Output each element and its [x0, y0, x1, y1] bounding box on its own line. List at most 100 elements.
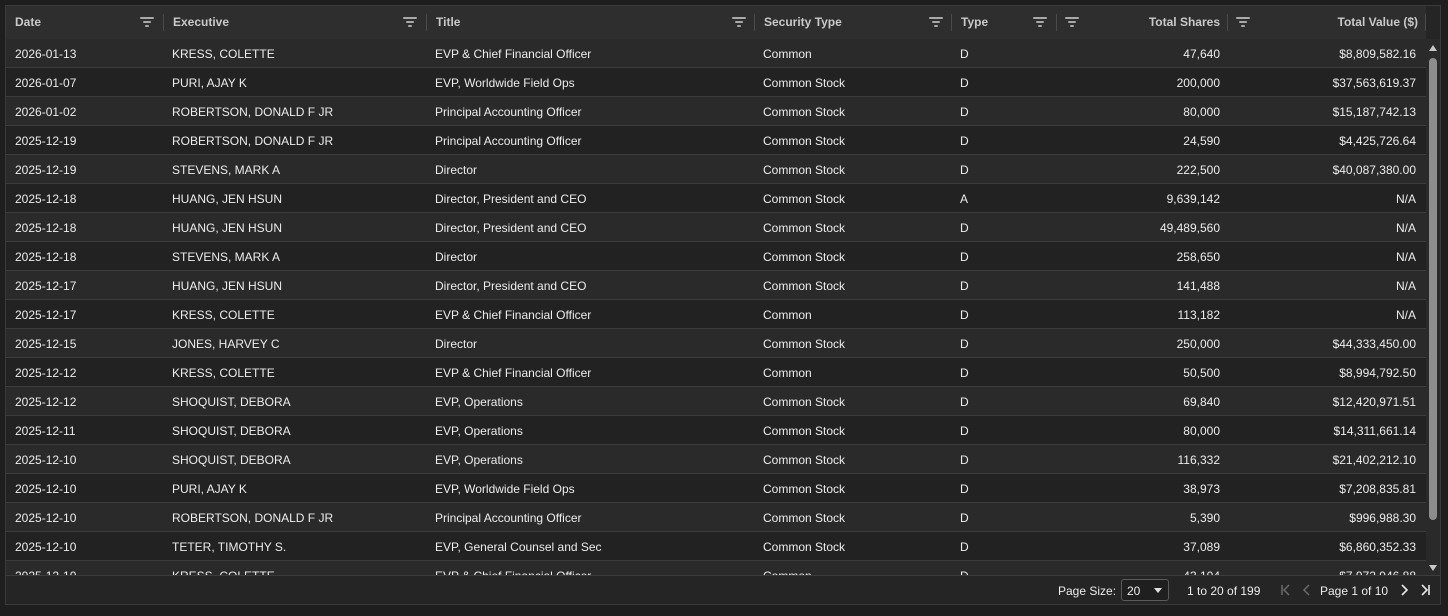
column-header-executive[interactable]: Executive: [164, 6, 427, 39]
cell-title: Principal Accounting Officer: [435, 511, 582, 525]
cell-type: D: [960, 134, 969, 148]
cell-security-type: Common Stock: [763, 192, 846, 206]
filter-icon[interactable]: [1065, 16, 1079, 28]
column-header-total-shares[interactable]: Total Shares: [1057, 6, 1228, 39]
table-row[interactable]: 2025-12-19 ROBERTSON, DONALD F JR Principa…: [6, 126, 1426, 155]
cell-executive: SHOQUIST, DEBORA: [172, 453, 291, 467]
cell-total-value: $44,333,450.00: [1332, 337, 1416, 351]
table-row[interactable]: 2025-12-11 SHOQUIST, DEBORA EVP, Operation…: [6, 416, 1426, 445]
cell-title: Principal Accounting Officer: [435, 134, 582, 148]
cell-security-type: Common Stock: [763, 453, 846, 467]
table-row[interactable]: 2025-12-18 HUANG, JEN HSUN Director, Presi…: [6, 184, 1426, 213]
table-row[interactable]: 2025-12-18 STEVENS, MARK A Director Common …: [6, 242, 1426, 271]
cell-title: Director: [435, 337, 478, 351]
table-row[interactable]: 2025-12-10KRESS, COLETTEEVP & Chief Fina…: [6, 561, 1426, 575]
table-row[interactable]: 2025-12-12 KRESS, COLETTE EVP & Chief Fina…: [6, 358, 1426, 387]
table-row[interactable]: 2025-12-15 JONES, HARVEY C Director Common …: [6, 329, 1426, 358]
cell-total-value: $14,311,661.14: [1333, 424, 1416, 438]
cell-title: EVP, General Counsel and Sec: [435, 540, 602, 554]
cell-total-shares: 37,089: [1183, 540, 1220, 554]
filter-icon[interactable]: [140, 16, 154, 28]
filter-icon[interactable]: [1236, 16, 1250, 28]
cell-executive: TETER, TIMOTHY S.: [172, 540, 287, 554]
cell-title: EVP, Operations: [435, 424, 523, 438]
prev-page-icon[interactable]: [1299, 581, 1315, 599]
cell-total-shares: 5,390: [1189, 511, 1220, 525]
table-row[interactable]: 2026-01-13 KRESS, COLETTE EVP & Chief Fina…: [6, 39, 1426, 68]
filter-icon[interactable]: [929, 16, 943, 28]
cell-total-value: N/A: [1395, 192, 1416, 206]
grid-header: Date Executive Title Security Type Type Total…: [6, 6, 1426, 40]
cell-type: D: [960, 511, 969, 525]
scroll-down-icon[interactable]: [1429, 565, 1437, 571]
cell-total-shares: 113,182: [1177, 308, 1221, 322]
column-resize-handle[interactable]: [1425, 14, 1426, 31]
filter-icon[interactable]: [403, 16, 417, 28]
column-header-label: Security Type: [764, 15, 842, 29]
cell-security-type: Common Stock: [763, 337, 846, 351]
cell-total-shares: 50,500: [1183, 366, 1220, 380]
cell-total-value: $996,988.30: [1349, 511, 1416, 525]
table-row[interactable]: 2025-12-18 HUANG, JEN HSUN Director, Presi…: [6, 213, 1426, 242]
grid-body[interactable]: 2026-01-13 KRESS, COLETTE EVP & Chief Fina…: [6, 39, 1426, 575]
column-header-title[interactable]: Title: [427, 6, 755, 39]
cell-executive: KRESS, COLETTE: [172, 366, 275, 380]
cell-executive: PURI, AJAY K: [172, 76, 247, 90]
page-indicator: Page 1 of 10: [1320, 584, 1389, 598]
cell-type: D: [960, 76, 969, 90]
table-row[interactable]: 2025-12-19 STEVENS, MARK A Director Common …: [6, 155, 1426, 184]
cell-total-value: $8,809,582.16: [1339, 47, 1416, 61]
vertical-scrollbar[interactable]: [1426, 39, 1440, 575]
table-row[interactable]: 2025-12-17 KRESS, COLETTE EVP & Chief Fina…: [6, 300, 1426, 329]
cell-date: 2025-12-12: [15, 395, 77, 409]
cell-title: EVP & Chief Financial Officer: [435, 308, 592, 322]
column-header-total-value[interactable]: Total Value ($): [1228, 6, 1426, 39]
filter-icon[interactable]: [1033, 16, 1047, 28]
next-page-icon[interactable]: [1396, 581, 1412, 599]
column-header-security-type[interactable]: Security Type: [755, 6, 952, 39]
cell-executive: ROBERTSON, DONALD F JR: [172, 105, 334, 119]
table-row[interactable]: 2026-01-07 PURI, AJAY K EVP, Worldwide Fie…: [6, 68, 1426, 97]
cell-security-type: Common: [763, 47, 812, 61]
cell-date: 2026-01-02: [15, 105, 77, 119]
table-row[interactable]: 2025-12-10 TETER, TIMOTHY S. EVP, General …: [6, 532, 1426, 561]
cell-security-type: Common Stock: [763, 105, 846, 119]
cell-date: 2025-12-10: [15, 482, 77, 496]
cell-executive: ROBERTSON, DONALD F JR: [172, 511, 334, 525]
cell-total-shares: 9,639,142: [1166, 192, 1220, 206]
cell-executive: PURI, AJAY K: [172, 482, 247, 496]
cell-title: EVP, Operations: [435, 395, 523, 409]
cell-executive: ROBERTSON, DONALD F JR: [172, 134, 334, 148]
cell-executive: HUANG, JEN HSUN: [172, 192, 283, 206]
cell-security-type: Common Stock: [763, 540, 846, 554]
chevron-down-icon: [1154, 588, 1162, 593]
scroll-thumb[interactable]: [1429, 58, 1437, 520]
scroll-up-icon[interactable]: [1429, 45, 1437, 51]
table-row[interactable]: 2026-01-02 ROBERTSON, DONALD F JR Principa…: [6, 97, 1426, 126]
column-header-label: Date: [15, 15, 42, 29]
cell-type: D: [960, 453, 969, 467]
filter-icon[interactable]: [732, 16, 746, 28]
cell-total-value: N/A: [1395, 250, 1416, 264]
cell-date: 2025-12-10: [15, 511, 77, 525]
cell-date: 2025-12-10: [15, 540, 77, 554]
cell-date: 2026-01-07: [15, 76, 77, 90]
cell-total-shares: 222,500: [1176, 163, 1220, 177]
cell-executive: HUANG, JEN HSUN: [172, 221, 283, 235]
table-row[interactable]: 2025-12-10 PURI, AJAY K EVP, Worldwide Fie…: [6, 474, 1426, 503]
page-size-select[interactable]: 20: [1121, 579, 1169, 601]
cell-executive: HUANG, JEN HSUN: [172, 279, 283, 293]
table-row[interactable]: 2025-12-17 HUANG, JEN HSUN Director, Presi…: [6, 271, 1426, 300]
last-page-icon[interactable]: [1417, 581, 1433, 599]
cell-type: D: [960, 250, 969, 264]
table-row[interactable]: 2025-12-12 SHOQUIST, DEBORA EVP, Operation…: [6, 387, 1426, 416]
cell-total-shares: 200,000: [1176, 76, 1220, 90]
first-page-icon[interactable]: [1278, 581, 1294, 599]
table-row[interactable]: 2025-12-10 SHOQUIST, DEBORA EVP, Operation…: [6, 445, 1426, 474]
column-header-label: Type: [961, 15, 989, 29]
cell-total-shares: 49,489,560: [1159, 221, 1220, 235]
cell-executive: SHOQUIST, DEBORA: [172, 395, 291, 409]
cell-security-type: Common: [763, 308, 812, 322]
cell-date: 2025-12-17: [15, 279, 77, 293]
table-row[interactable]: 2025-12-10 ROBERTSON, DONALD F JR Principa…: [6, 503, 1426, 532]
